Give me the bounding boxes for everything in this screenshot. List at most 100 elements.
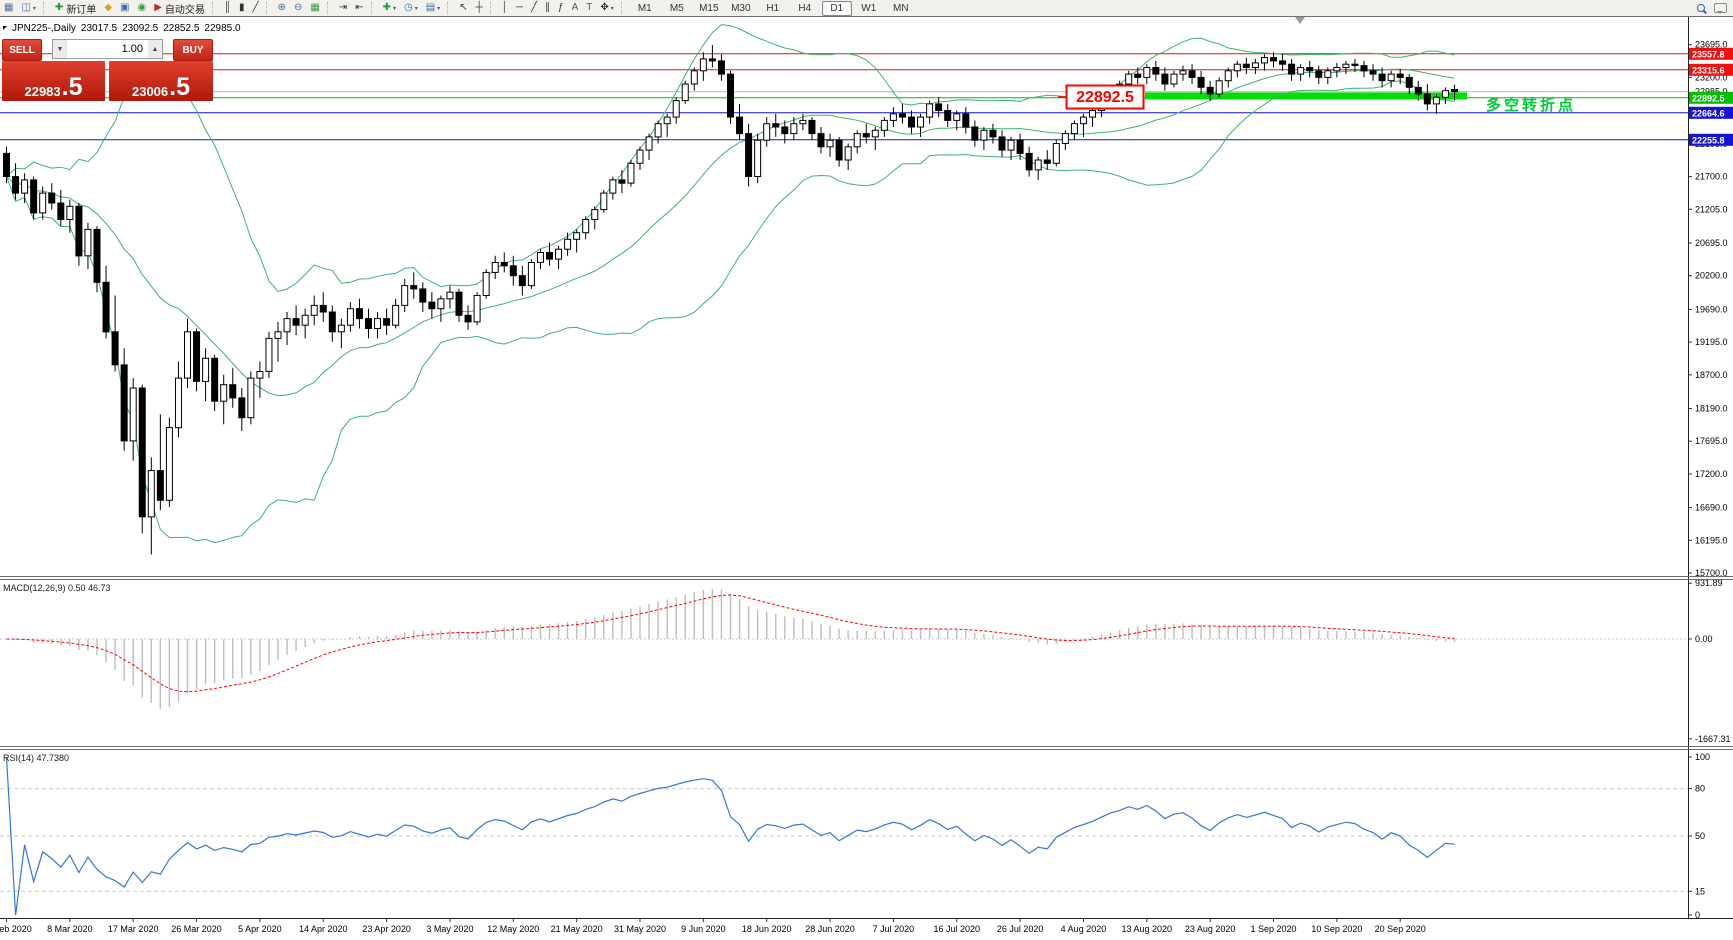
price-tick-label: 17200.0	[1695, 469, 1728, 479]
date-tick-label: 31 May 2020	[614, 924, 666, 934]
date-tick-label: 12 May 2020	[487, 924, 539, 934]
indicators-button[interactable]: ✚▾	[380, 0, 399, 16]
toolbar-separator	[212, 2, 217, 14]
date-tick-label: 18 Jun 2020	[742, 924, 792, 934]
trendline-button[interactable]: ╱	[528, 0, 540, 16]
timeframe-M1-button[interactable]: M1	[630, 1, 660, 16]
timeframe-H1-button[interactable]: H1	[758, 1, 788, 16]
tile-windows-button[interactable]: ▦	[307, 0, 322, 16]
rsi-label: RSI(14) 47.7380	[3, 753, 69, 763]
line-chart-button[interactable]: ╱	[250, 0, 262, 16]
rsi-tick-label: 100	[1695, 752, 1710, 762]
new-order-button[interactable]: ✚新订单	[52, 0, 99, 16]
sell-button[interactable]: SELL	[2, 39, 42, 61]
signals-icon: ◉	[137, 2, 146, 14]
date-tick-label: 16 Jul 2020	[933, 924, 980, 934]
bar-chart-icon: ║	[224, 2, 231, 14]
chart-title: JPN225-,Daily 23017.5 23092.5 22852.5 22…	[3, 23, 246, 34]
zoom-out-icon: ⊖	[294, 2, 302, 14]
toolbar: ▦◫▾✚新订单◆▣◉▶自动交易║▮╱⊕⊖▦⇥⇤✚▾◷▾▤▾↖┼│─╱∥ƒAT✥▾…	[0, 0, 1733, 17]
date-tick-label: 23 Apr 2020	[362, 924, 411, 934]
buy-price-frac: .5	[169, 75, 190, 99]
equidistant-channel-button[interactable]: ∥	[542, 0, 553, 16]
one-click-trading-panel: SELL ▼ 1.00 ▲ BUY 22983 .5 23006 .5	[2, 39, 213, 101]
timeframe-W1-button[interactable]: W1	[854, 1, 884, 16]
rsi-tick-label: 80	[1695, 784, 1705, 794]
date-tick-label: 9 Jun 2020	[681, 924, 726, 934]
new-order-label: 新订单	[66, 1, 96, 16]
level-price-badge-text: 22664.6	[1692, 108, 1725, 118]
fibonacci-button[interactable]: ƒ	[555, 0, 567, 16]
date-tick-label: 3 May 2020	[426, 924, 473, 934]
vertical-line-button[interactable]: │	[499, 0, 511, 16]
price-tick-label: 17695.0	[1695, 436, 1728, 446]
macd-tick-label: 0.00	[1695, 634, 1713, 644]
sell-price-main: 22983	[24, 84, 60, 99]
timeframe-M15-button[interactable]: M15	[694, 1, 724, 16]
timeframe-MN-button[interactable]: MN	[886, 1, 916, 16]
timeframe-H4-button[interactable]: H4	[790, 1, 820, 16]
periods-button[interactable]: ◷▾	[401, 0, 421, 16]
price-tick-label: 19690.0	[1695, 304, 1728, 314]
macd-tick-label: -1667.31	[1695, 734, 1731, 744]
mt4-window: ▦◫▾✚新订单◆▣◉▶自动交易║▮╱⊕⊖▦⇥⇤✚▾◷▾▤▾↖┼│─╱∥ƒAT✥▾…	[0, 0, 1733, 940]
buy-price-button[interactable]: 23006 .5	[109, 61, 213, 101]
metaeditor-button[interactable]: ◆	[101, 0, 115, 16]
timeframe-M5-button[interactable]: M5	[662, 1, 692, 16]
price-tick-label: 16195.0	[1695, 535, 1728, 545]
chevron-down-icon: ▾	[437, 5, 440, 12]
arrows-button[interactable]: ✥▾	[597, 0, 616, 16]
candlestick-chart-button[interactable]: ▮	[236, 0, 248, 16]
text-label-icon: T	[586, 2, 592, 14]
ohlc-close: 22985.0	[204, 23, 240, 34]
crosshair-button[interactable]: ┼	[473, 0, 486, 16]
volume-decrease-button[interactable]: ▼	[53, 40, 67, 58]
sell-price-button[interactable]: 22983 .5	[2, 61, 105, 101]
toolbar-separator	[327, 2, 332, 14]
timeframe-D1-button[interactable]: D1	[822, 1, 852, 16]
chart-shift-icon: ⇤	[355, 2, 363, 14]
indicators-icon: ✚	[383, 2, 391, 14]
collapse-one-click-arrow[interactable]	[3, 26, 7, 30]
toolbar-separator	[43, 2, 48, 14]
new-chart-icon: ▦	[4, 2, 13, 14]
cursor-button[interactable]: ↖	[456, 0, 470, 16]
date-tick-label: 23 Aug 2020	[1185, 924, 1236, 934]
autotrading-button[interactable]: ▶自动交易	[151, 0, 208, 16]
search-icon[interactable]	[1697, 4, 1706, 13]
price-tick-label: 18700.0	[1695, 370, 1728, 380]
chart-canvas[interactable]: 22892.523695.023200.022700.022195.021700…	[0, 0, 1733, 940]
price-tick-label: 21700.0	[1695, 172, 1728, 182]
macd-label: MACD(12,26,9) 0.50 46.73	[3, 583, 111, 593]
auto-scroll-button[interactable]: ⇥	[336, 0, 350, 16]
toolbar-separator	[490, 2, 495, 14]
zoom-out-button[interactable]: ⊖	[291, 0, 305, 16]
volume-value[interactable]: 1.00	[67, 40, 148, 58]
horizontal-line-icon: ─	[516, 2, 523, 14]
volume-stepper: ▼ 1.00 ▲	[52, 39, 163, 59]
chat-icon[interactable]	[1714, 3, 1727, 13]
zoom-in-button[interactable]: ⊕	[275, 0, 289, 16]
date-tick-label: 21 May 2020	[551, 924, 603, 934]
horizontal-line-button[interactable]: ─	[513, 0, 526, 16]
chevron-down-icon: ▾	[33, 5, 36, 12]
text-label-button[interactable]: T	[583, 0, 595, 16]
signals-button[interactable]: ◉	[134, 0, 149, 16]
new-chart-button[interactable]: ▦	[1, 0, 16, 16]
level-price-badge-text: 22255.8	[1692, 135, 1725, 145]
volume-increase-button[interactable]: ▲	[148, 40, 162, 58]
text-button[interactable]: A	[569, 0, 582, 16]
bar-chart-button[interactable]: ║	[221, 0, 234, 16]
toolbar-separator	[266, 2, 271, 14]
templates-button[interactable]: ▤▾	[423, 0, 443, 16]
profiles-button[interactable]: ◫▾	[18, 0, 38, 16]
chart-shift-button[interactable]: ⇤	[352, 0, 366, 16]
level-price-badge-text: 22892.5	[1692, 93, 1725, 103]
timeframe-M30-button[interactable]: M30	[726, 1, 756, 16]
chevron-down-icon: ▾	[415, 5, 418, 12]
periods-icon: ◷	[404, 2, 413, 14]
date-tick-label: 10 Sep 2020	[1311, 924, 1362, 934]
toolbar-separator	[621, 2, 626, 14]
buy-button[interactable]: BUY	[173, 39, 213, 61]
market-watch-button[interactable]: ▣	[117, 0, 132, 16]
